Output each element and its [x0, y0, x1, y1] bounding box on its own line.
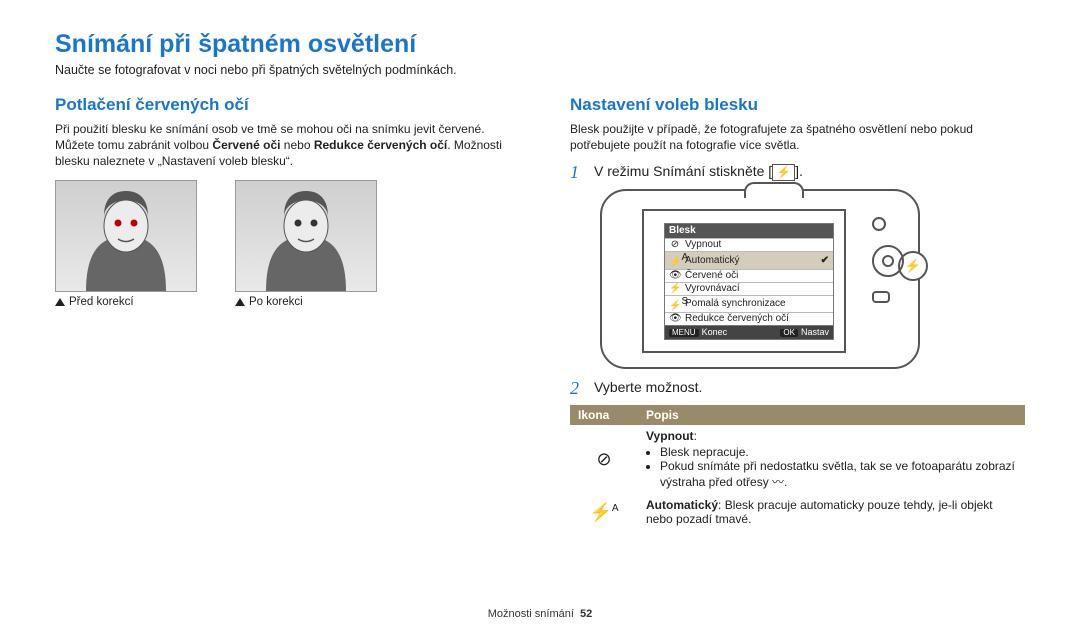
triangle-icon: [55, 298, 65, 306]
camera-screen: Blesk ⊘Vypnout⚡AAutomatický✔👁Červené oči…: [642, 209, 846, 353]
page-footer: Možnosti snímání 52: [0, 608, 1080, 620]
flash-icon: ⚡: [772, 164, 795, 180]
menu-footer-left: Konec: [702, 327, 728, 337]
face-before-image: [55, 180, 197, 292]
footer-section: Možnosti snímání: [488, 608, 574, 620]
row-icon: ⚡A: [570, 494, 638, 530]
camera-illustration: ⚡ Blesk ⊘Vypnout⚡AAutomatický✔👁Červené o…: [600, 189, 1025, 369]
caption-after-text: Po korekci: [249, 296, 303, 308]
intro-text: Naučte se fotografovat v noci nebo při š…: [55, 63, 1025, 77]
face-comparison-row: Před korekcí Po korekci: [55, 180, 510, 308]
step-number: 1: [570, 163, 584, 181]
menu-item: ⊘Vypnout: [665, 238, 833, 251]
menu-btn-left: MENU: [669, 329, 699, 337]
row-icon: ⊘: [570, 425, 638, 494]
menu-item: ⚡Vyrovnávací: [665, 282, 833, 295]
step1-pre: V režimu Snímání stiskněte [: [594, 163, 772, 179]
table-row: ⊘Vypnout:Blesk nepracuje.Pokud snímáte p…: [570, 425, 1025, 494]
th-desc: Popis: [638, 405, 1025, 425]
step-number: 2: [570, 379, 584, 397]
camera-menu: Blesk ⊘Vypnout⚡AAutomatický✔👁Červené oči…: [664, 223, 834, 340]
right-section-body: Blesk použijte v případě, že fotografuje…: [570, 121, 1025, 153]
right-column: Nastavení voleb blesku Blesk použijte v …: [570, 95, 1025, 530]
menu-item: 👁Červené oči: [665, 269, 833, 282]
face-after-caption: Po korekci: [235, 296, 375, 308]
step-1: 1 V režimu Snímání stiskněte [⚡].: [570, 163, 1025, 181]
left-column: Potlačení červených očí Při použití bles…: [55, 95, 510, 530]
left-bold-2: Redukce červených očí: [314, 138, 447, 152]
step-2-text: Vyberte možnost.: [594, 379, 702, 397]
face-after-image: [235, 180, 377, 292]
step-1-text: V režimu Snímání stiskněte [⚡].: [594, 163, 803, 181]
menu-item: ⚡SPomalá synchronizace: [665, 295, 833, 312]
left-body-mid: nebo: [280, 138, 313, 152]
row-desc: Vypnout:Blesk nepracuje.Pokud snímáte př…: [638, 425, 1025, 494]
right-section-heading: Nastavení voleb blesku: [570, 95, 1025, 115]
menu-item: 👁Redukce červených očí: [665, 312, 833, 325]
face-after-block: Po korekci: [235, 180, 375, 308]
caption-before-text: Před korekcí: [69, 296, 134, 308]
steps: 1 V režimu Snímání stiskněte [⚡].: [570, 163, 1025, 181]
page-title: Snímání při špatném osvětlení: [55, 30, 1025, 59]
row-desc: Automatický: Blesk pracuje automaticky p…: [638, 494, 1025, 530]
menu-title: Blesk: [665, 224, 833, 238]
left-bold-1: Červené oči: [212, 138, 280, 152]
menu-btn-right: OK: [780, 329, 798, 337]
step1-post: ].: [795, 163, 803, 179]
footer-page-number: 52: [580, 608, 592, 620]
step-2: 2 Vyberte možnost.: [570, 379, 1025, 397]
menu-item: ⚡AAutomatický✔: [665, 251, 833, 268]
left-section-body: Při použití blesku ke snímání osob ve tm…: [55, 121, 510, 170]
face-before-block: Před korekcí: [55, 180, 195, 308]
options-table: Ikona Popis ⊘Vypnout:Blesk nepracuje.Pok…: [570, 405, 1025, 530]
face-before-caption: Před korekcí: [55, 296, 195, 308]
camera-side-buttons: [872, 217, 904, 303]
left-section-heading: Potlačení červených očí: [55, 95, 510, 115]
menu-footer: MENUKonec OKNastav: [665, 325, 833, 339]
th-icon: Ikona: [570, 405, 638, 425]
table-row: ⚡AAutomatický: Blesk pracuje automaticky…: [570, 494, 1025, 530]
camera-zoom-lever: [744, 182, 804, 198]
triangle-icon: [235, 298, 245, 306]
menu-footer-right: Nastav: [801, 327, 829, 337]
